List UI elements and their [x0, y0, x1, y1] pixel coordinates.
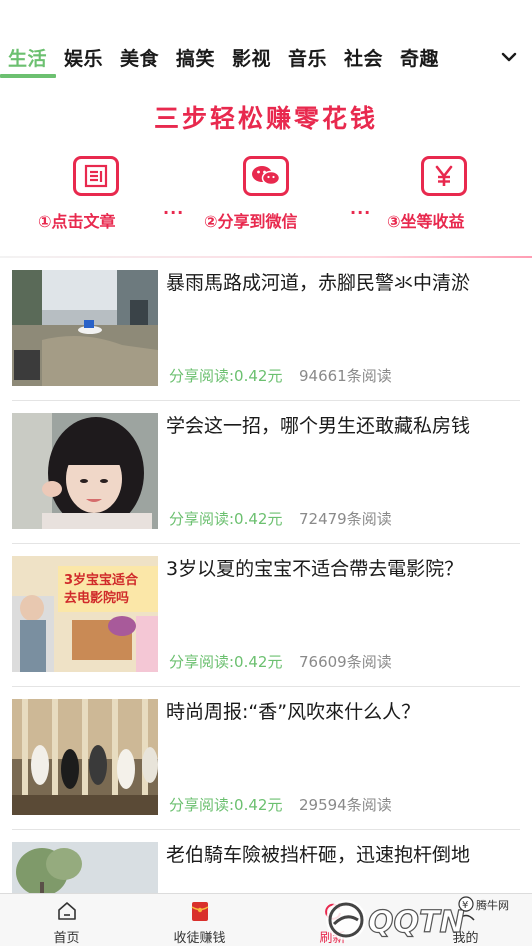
home-icon [57, 902, 76, 920]
read-count: 72479条阅读 [299, 510, 392, 528]
tab-society[interactable]: 社会 [344, 44, 383, 71]
chevron-down-icon[interactable] [500, 48, 518, 66]
share-reward: 分享阅读:0.42元 [169, 653, 283, 671]
nav-home[interactable]: 首页 [0, 894, 133, 946]
step-3-label: ③坐等收益 [387, 212, 465, 231]
share-reward: 分享阅读:0.42元 [169, 367, 283, 385]
document-icon [73, 156, 119, 196]
watermark-logo: QQTN ¥ 腾牛网 [322, 890, 532, 946]
article-thumbnail [12, 270, 158, 386]
nav-recruit[interactable]: 收徒赚钱 [133, 894, 266, 946]
share-reward: 分享阅读:0.42元 [169, 796, 283, 814]
article-title[interactable]: 暴雨馬路成河道，赤腳民警氺中清淤 [166, 270, 516, 296]
article-item[interactable]: 学会这一招，哪个男生还敢藏私房钱 分享阅读:0.42元 72479条阅读 [12, 401, 520, 544]
article-item[interactable]: 暴雨馬路成河道，赤腳民警氺中清淤 分享阅读:0.42元 94661条阅读 [12, 258, 520, 401]
tab-life[interactable]: 生活 [8, 44, 47, 71]
yen-icon [421, 156, 467, 196]
thumbnail-text: 3岁宝宝适合 [64, 572, 139, 588]
article-thumbnail: 3岁宝宝适合 去电影院吗 [12, 556, 158, 672]
tab-food[interactable]: 美食 [120, 44, 159, 71]
wechat-icon [243, 156, 289, 196]
thumbnail-text: 去电影院吗 [64, 590, 129, 606]
article-title[interactable]: 学会这一招，哪个男生还敢藏私房钱 [166, 413, 516, 439]
tab-music[interactable]: 音乐 [288, 44, 327, 71]
tab-film[interactable]: 影视 [232, 44, 271, 71]
category-tabs: 生活 娱乐 美食 搞笑 影视 音乐 社会 奇趣 [0, 38, 532, 82]
article-thumbnail [12, 699, 158, 815]
share-reward: 分享阅读:0.42元 [169, 510, 283, 528]
tab-entertainment[interactable]: 娱乐 [64, 44, 103, 71]
svg-text:¥: ¥ [462, 900, 468, 911]
article-thumbnail [12, 413, 158, 529]
read-count: 29594条阅读 [299, 796, 392, 814]
nav-home-label: 首页 [53, 931, 80, 946]
tab-funny[interactable]: 搞笑 [176, 44, 215, 71]
step-2-label: ②分享到微信 [204, 212, 298, 231]
article-title[interactable]: 老伯騎车險被挡杆砸，迅速抱杆倒地 [166, 842, 516, 868]
article-item[interactable]: 3岁宝宝适合 去电影院吗 3岁以夏的宝宝不适合帶去電影院？ 分享阅读:0.42元… [12, 544, 520, 687]
red-envelope-icon [191, 902, 208, 921]
tab-curiosity[interactable]: 奇趣 [400, 44, 439, 71]
read-count: 94661条阅读 [299, 367, 392, 385]
earn-banner[interactable]: 三步轻松赚零花钱 ①点击文章 ··· ②分享到微信 ··· ③坐等收益 [0, 82, 532, 258]
watermark-subtext: 腾牛网 [476, 898, 509, 912]
read-count: 76609条阅读 [299, 653, 392, 671]
article-title[interactable]: 3岁以夏的宝宝不适合帶去電影院？ [166, 556, 516, 582]
banner-title: 三步轻松赚零花钱 [153, 104, 378, 133]
watermark-text: QQTN [368, 905, 465, 940]
active-tab-indicator [0, 74, 56, 78]
step-dots: ··· [163, 203, 185, 222]
step-dots: ··· [350, 203, 372, 222]
step-1-label: ①点击文章 [38, 212, 116, 231]
nav-recruit-label: 收徒赚钱 [173, 931, 226, 946]
article-item[interactable]: 時尚周报:“香”风吹來什么人？ 分享阅读:0.42元 29594条阅读 [12, 687, 520, 830]
article-title[interactable]: 時尚周报:“香”风吹來什么人？ [166, 699, 516, 725]
